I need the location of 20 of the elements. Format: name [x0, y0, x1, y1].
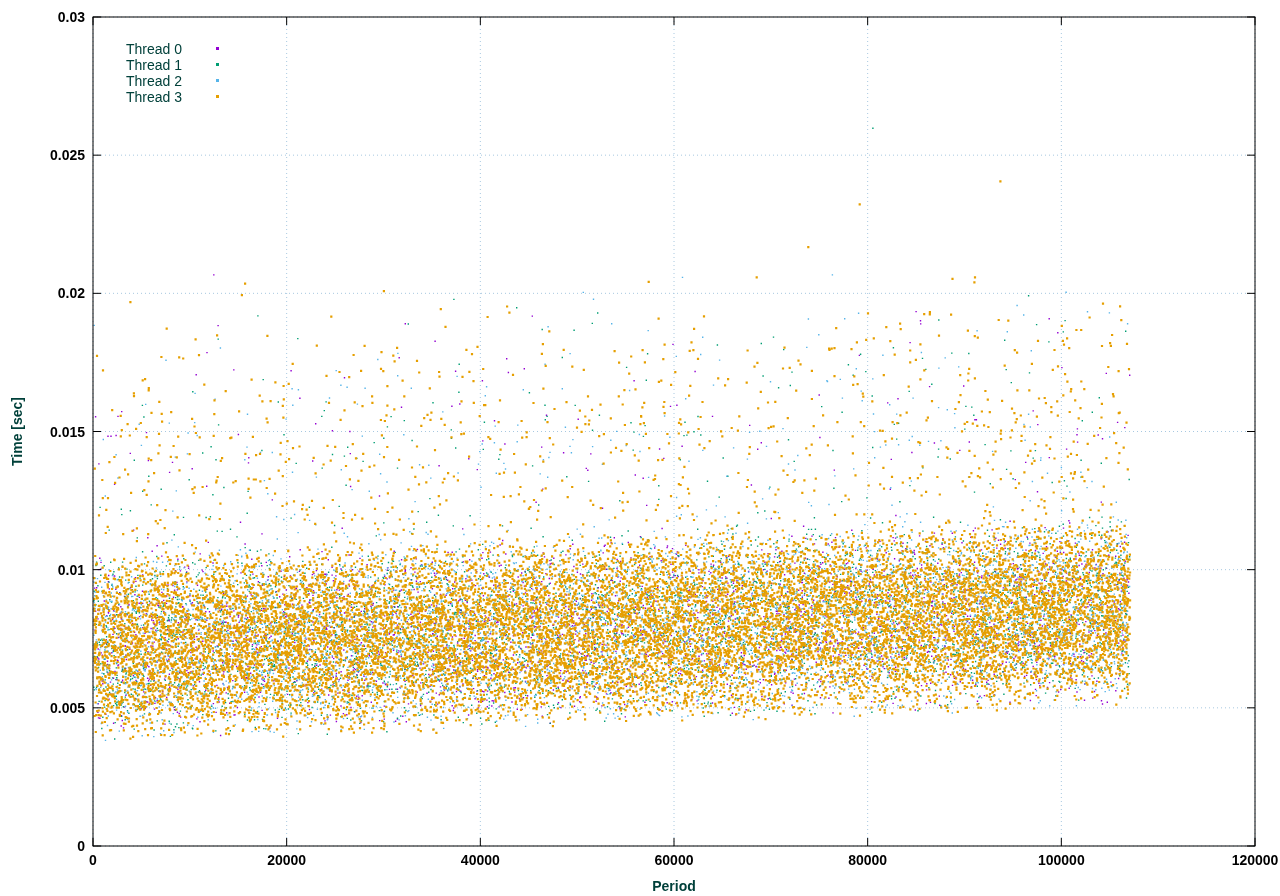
x-tick-label: 80000: [848, 852, 888, 868]
x-tick-label: 100000: [1037, 852, 1085, 868]
x-axis-title: Period: [652, 878, 696, 894]
y-axis-title: Time [sec]: [9, 397, 25, 466]
x-tick-label: 60000: [654, 852, 694, 868]
y-tick-label: 0.03: [57, 9, 85, 25]
legend-label: Thread 0: [126, 41, 183, 57]
legend-label: Thread 3: [126, 89, 183, 105]
y-tick-label: 0.01: [57, 561, 85, 578]
y-tick-label: 0.015: [49, 423, 85, 440]
legend-label: Thread 2: [126, 73, 183, 89]
x-tick-label: 40000: [460, 852, 500, 868]
y-tick-label: 0: [77, 838, 85, 854]
x-tick-label: 20000: [267, 852, 307, 868]
x-tick-label: 120000: [1231, 852, 1279, 868]
y-tick-label: 0.02: [57, 285, 85, 302]
x-tick-label: 0: [89, 852, 97, 868]
legend-label: Thread 1: [126, 57, 183, 73]
y-tick-label: 0.025: [49, 147, 85, 164]
y-tick-label: 0.005: [49, 699, 85, 716]
